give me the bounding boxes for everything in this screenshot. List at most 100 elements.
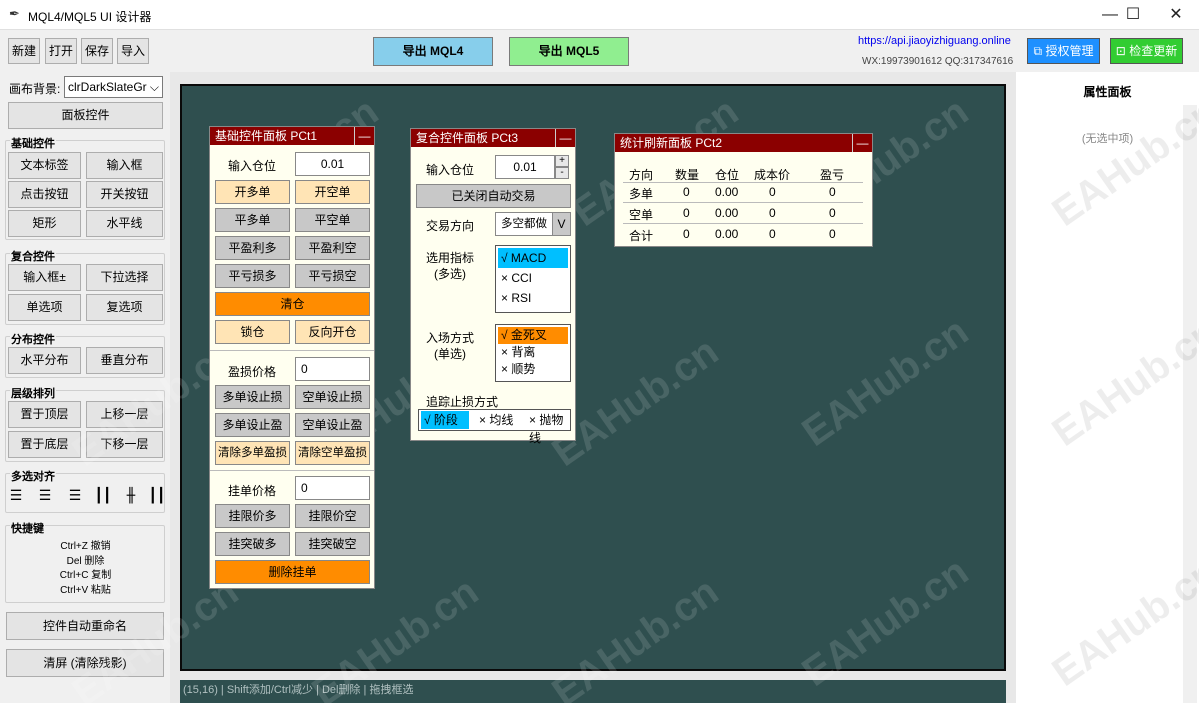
auto-trade-toggle[interactable]: 已关闭自动交易 xyxy=(416,184,571,208)
panel-statistics-header[interactable]: 统计刷新面板 PCt2 — xyxy=(615,134,872,152)
align-right-icon[interactable]: ☰ xyxy=(66,486,84,506)
panel-statistics[interactable]: 统计刷新面板 PCt2 — 方向 数量 仓位 成本价 盈亏 多单 0 0.00 0… xyxy=(614,133,873,247)
move-up-button[interactable]: 上移一层 xyxy=(86,401,163,428)
close-sell-button[interactable]: 平空单 xyxy=(295,208,370,232)
panel-basic-controls[interactable]: 基础控件面板 PCt1 — 输入仓位 0.01 开多单 开空单 平多单 平空单 平… xyxy=(209,126,375,589)
reverse-open-button[interactable]: 反向开仓 xyxy=(295,320,370,344)
export-mql5-button[interactable]: 导出 MQL5 xyxy=(509,37,629,66)
sell-limit-button[interactable]: 挂限价空 xyxy=(295,504,370,528)
align-bottom-icon[interactable]: ┃┃ xyxy=(148,486,166,506)
sltp-price-input[interactable]: 0 xyxy=(295,357,370,381)
distribute-vertical-button[interactable]: 垂直分布 xyxy=(86,347,163,374)
close-loss-buy-button[interactable]: 平亏损多 xyxy=(215,264,290,288)
indicator-label: 选用指标 xyxy=(426,251,475,265)
sell-set-tp-button[interactable]: 空单设止盈 xyxy=(295,413,370,437)
lots-label: 输入仓位 xyxy=(228,159,277,173)
close-loss-sell-button[interactable]: 平亏损空 xyxy=(295,264,370,288)
canvas-bg-label: 画布背景: xyxy=(9,82,61,96)
align-middle-icon[interactable]: ╫ xyxy=(122,486,140,506)
basic-click-button[interactable]: 点击按钮 xyxy=(8,181,81,208)
align-center-icon[interactable]: ☰ xyxy=(36,486,54,506)
indicator-option[interactable]: × RSI xyxy=(498,288,568,308)
clear-screen-button[interactable]: 清屏 (清除残影) xyxy=(6,649,164,677)
license-button[interactable]: ⧉ 授权管理 xyxy=(1027,38,1100,64)
buy-set-sl-button[interactable]: 多单设止损 xyxy=(215,385,290,409)
composite-spin-input-button[interactable]: 输入框± xyxy=(8,264,81,291)
sell-set-sl-button[interactable]: 空单设止损 xyxy=(295,385,370,409)
composite-lots-input[interactable]: 0.01 xyxy=(495,155,555,179)
panel-composite-minimize-button[interactable]: — xyxy=(555,129,575,147)
composite-radio-button[interactable]: 单选项 xyxy=(8,294,81,321)
save-button[interactable]: 保存 xyxy=(81,38,113,64)
align-left-icon[interactable]: ☰ xyxy=(7,486,25,506)
panel-composite-title: 复合控件面板 PCt3 xyxy=(416,131,519,145)
clear-buy-sltp-button[interactable]: 清除多单盈损 xyxy=(215,441,290,465)
indicator-option[interactable]: × CCI xyxy=(498,268,568,288)
panel-statistics-minimize-button[interactable]: — xyxy=(852,134,872,152)
composite-dropdown-button[interactable]: 下拉选择 xyxy=(86,264,163,291)
lock-position-button[interactable]: 锁仓 xyxy=(215,320,290,344)
shortcut-paste: Ctrl+V 粘贴 xyxy=(60,584,111,596)
entry-option[interactable]: × 顺势 xyxy=(498,361,568,378)
trailing-option[interactable]: × 均线 xyxy=(479,411,513,429)
direction-dropdown-button[interactable]: V xyxy=(552,212,571,236)
entry-option[interactable]: √ 金死叉 xyxy=(498,327,568,344)
properties-scrollbar[interactable] xyxy=(1183,105,1197,703)
import-button[interactable]: 导入 xyxy=(117,38,149,64)
website-link[interactable]: https://api.jiaoyizhiguang.online xyxy=(858,35,1011,47)
lots-increment-button[interactable]: + xyxy=(555,155,569,167)
buy-limit-button[interactable]: 挂限价多 xyxy=(215,504,290,528)
entry-option[interactable]: × 背离 xyxy=(498,344,568,361)
align-top-icon[interactable]: ┃┃ xyxy=(94,486,112,506)
canvas-bg-value: clrDarkSlateGr xyxy=(68,80,147,94)
buy-stop-button[interactable]: 挂突破多 xyxy=(215,532,290,556)
pending-price-input[interactable]: 0 xyxy=(295,476,370,500)
indicator-option[interactable]: √ MACD xyxy=(498,248,568,268)
panel-basic-minimize-button[interactable]: — xyxy=(354,127,374,145)
panel-composite-controls[interactable]: 复合控件面板 PCt3— 输入仓位 0.01 + - 已关闭自动交易 交易方向 … xyxy=(410,128,576,445)
clear-sell-sltp-button[interactable]: 清除空单盈损 xyxy=(295,441,370,465)
license-label: 授权管理 xyxy=(1045,44,1094,58)
close-window-button[interactable]: ✕ xyxy=(1153,0,1199,30)
buy-set-tp-button[interactable]: 多单设止盈 xyxy=(215,413,290,437)
distribute-horizontal-button[interactable]: 水平分布 xyxy=(8,347,81,374)
open-sell-button[interactable]: 开空单 xyxy=(295,180,370,204)
bring-to-front-button[interactable]: 置于顶层 xyxy=(8,401,81,428)
panel-composite-header[interactable]: 复合控件面板 PCt3 — xyxy=(411,129,575,147)
clear-position-button[interactable]: 清仓 xyxy=(215,292,370,316)
shortcut-delete: Del 删除 xyxy=(66,555,105,567)
basic-text-label-button[interactable]: 文本标签 xyxy=(8,152,81,179)
close-buy-button[interactable]: 平多单 xyxy=(215,208,290,232)
sell-stop-button[interactable]: 挂突破空 xyxy=(295,532,370,556)
move-down-button[interactable]: 下移一层 xyxy=(86,431,163,458)
basic-toggle-button[interactable]: 开关按钮 xyxy=(86,181,163,208)
composite-checkbox-button[interactable]: 复选项 xyxy=(86,294,163,321)
panel-basic-header[interactable]: 基础控件面板 PCt1 — xyxy=(210,127,374,145)
stat-cell: 多单 xyxy=(629,187,654,201)
check-update-button[interactable]: ⊡ 检查更新 xyxy=(1110,38,1183,64)
open-button[interactable]: 打开 xyxy=(45,38,77,64)
entry-radio-list: √ 金死叉 × 背离 × 顺势 xyxy=(495,324,571,382)
new-button[interactable]: 新建 xyxy=(8,38,40,64)
maximize-button[interactable]: ☐ xyxy=(1110,0,1156,30)
auto-rename-button[interactable]: 控件自动重命名 xyxy=(6,612,164,640)
basic-rect-button[interactable]: 矩形 xyxy=(8,210,81,237)
basic-hline-button[interactable]: 水平线 xyxy=(86,210,163,237)
divider xyxy=(623,223,863,224)
close-profit-buy-button[interactable]: 平盈利多 xyxy=(215,236,290,260)
trailing-radio-row: √ 阶段 × 均线 × 抛物线 xyxy=(418,409,571,445)
lots-decrement-button[interactable]: - xyxy=(555,167,569,179)
delete-pending-button[interactable]: 删除挂单 xyxy=(215,560,370,584)
basic-input-button[interactable]: 输入框 xyxy=(86,152,163,179)
stat-cell: 合计 xyxy=(629,229,654,243)
panel-control-button[interactable]: 面板控件 xyxy=(8,102,163,129)
export-mql4-button[interactable]: 导出 MQL4 xyxy=(373,37,493,66)
trailing-option[interactable]: √ 阶段 xyxy=(421,411,469,429)
lots-input[interactable]: 0.01 xyxy=(295,152,370,176)
send-to-back-button[interactable]: 置于底层 xyxy=(8,431,81,458)
close-profit-sell-button[interactable]: 平盈利空 xyxy=(295,236,370,260)
direction-select[interactable]: 多空都做 xyxy=(495,212,553,236)
canvas-bg-select[interactable]: clrDarkSlateGr ⌵ xyxy=(64,76,163,98)
open-buy-button[interactable]: 开多单 xyxy=(215,180,290,204)
trailing-option[interactable]: × 抛物线 xyxy=(529,411,570,445)
